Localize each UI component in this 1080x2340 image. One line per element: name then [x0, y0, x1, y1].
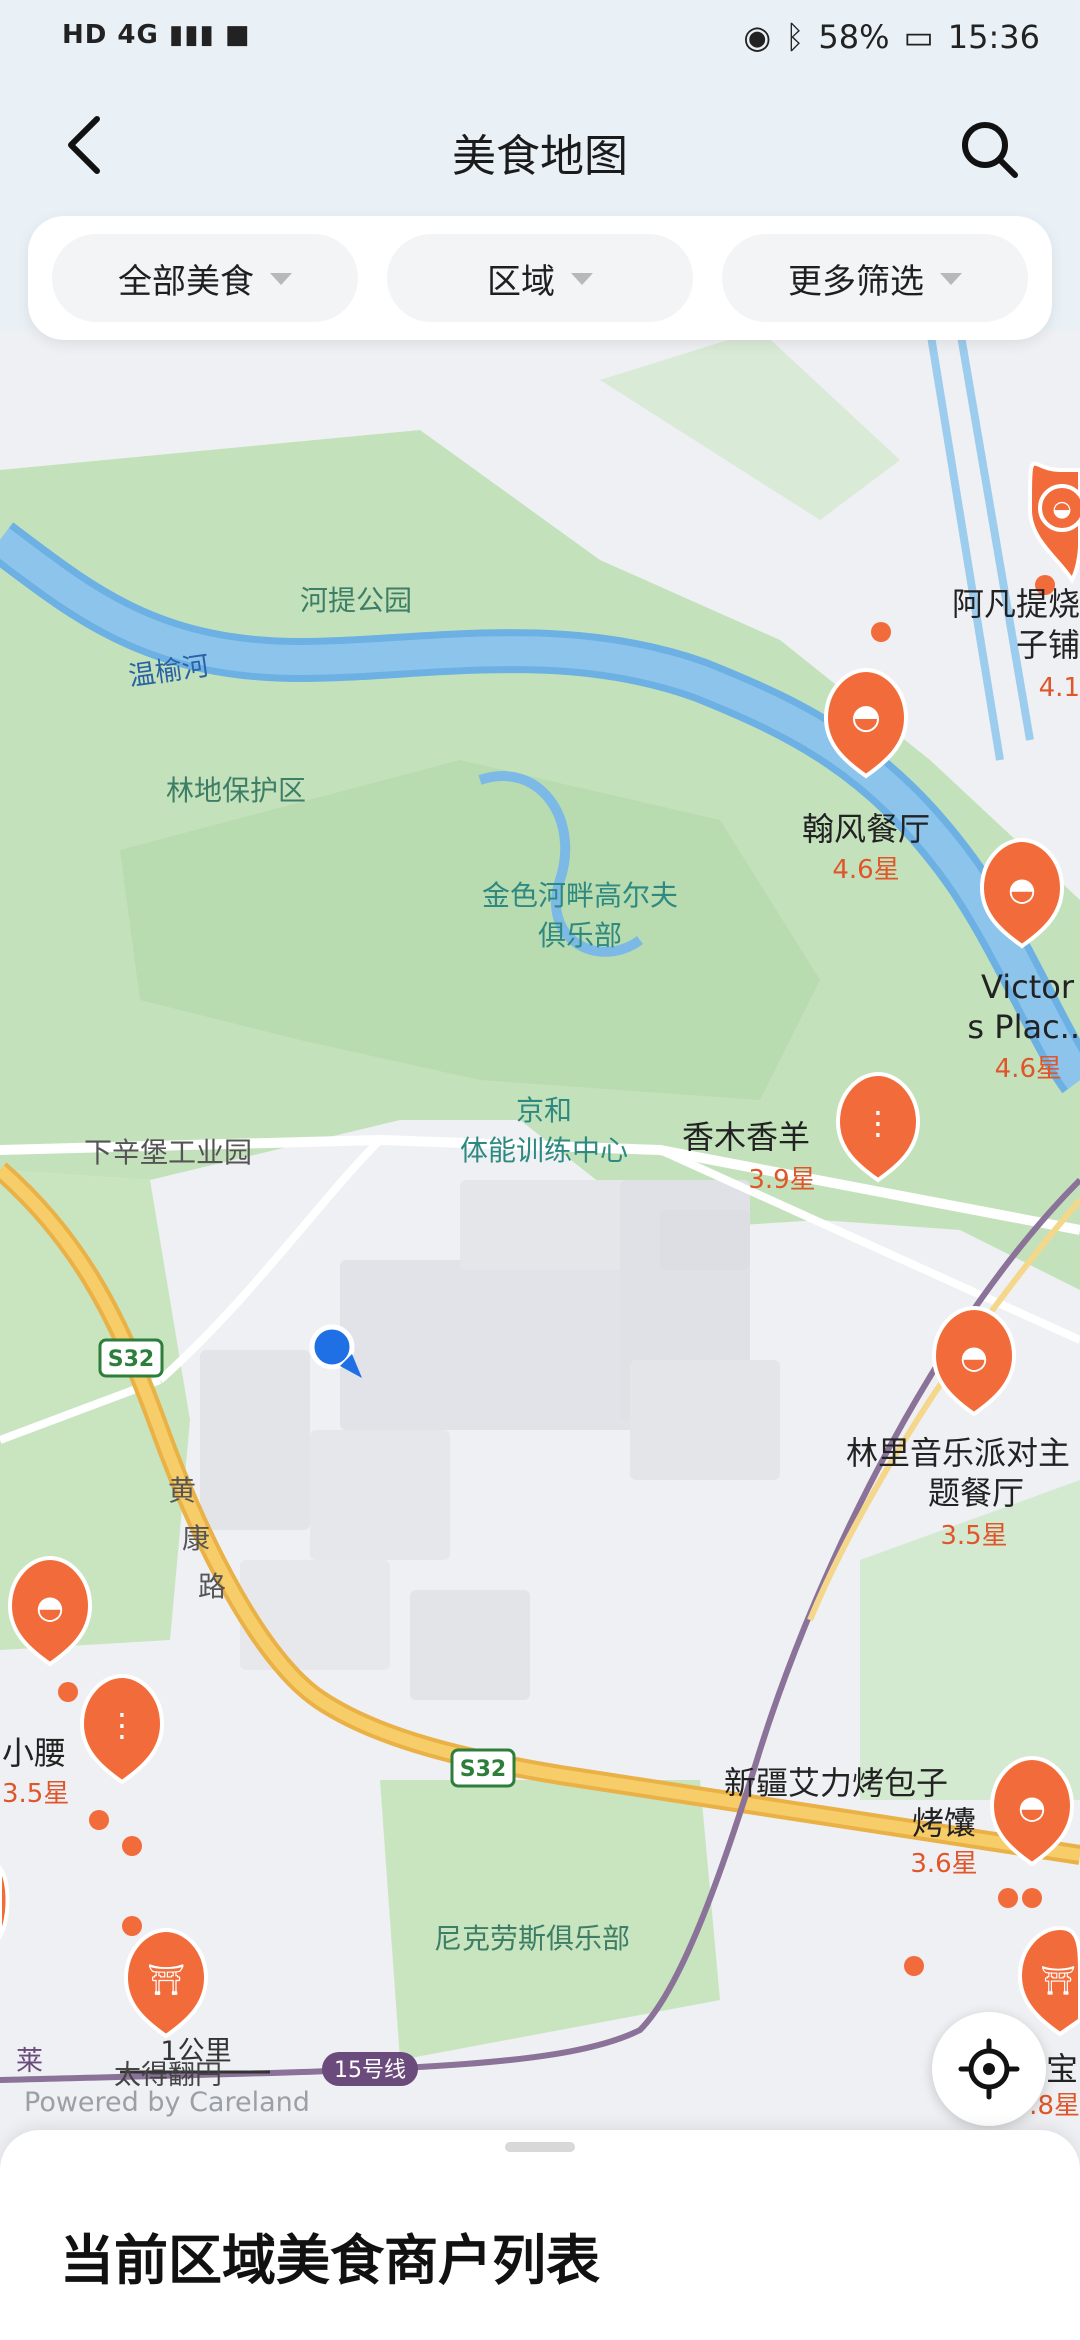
road-shield-label: S32 [460, 1757, 506, 1782]
restaurant-rating: 3.5星 [2, 1779, 69, 1809]
caret-down-icon [270, 273, 292, 285]
filter-more[interactable]: 更多筛选 [722, 234, 1028, 322]
filter-area[interactable]: 区域 [387, 234, 693, 322]
caret-down-icon [571, 273, 593, 285]
map-attribution: Powered by Careland [24, 2087, 310, 2118]
sheet-title: 当前区域美食商户列表 [60, 2229, 600, 2292]
eye-icon: ◉ [743, 18, 772, 56]
map-label-road-2: 康 [182, 1522, 210, 1555]
road-shield-label: S32 [108, 1347, 154, 1372]
filter-all-food[interactable]: 全部美食 [52, 234, 358, 322]
restaurant-name-2: 子铺 [1016, 626, 1080, 664]
locate-me-button[interactable] [932, 2012, 1046, 2126]
map-label-road-1: 黄 [168, 1474, 196, 1507]
map-label-jinghe: 京和 [516, 1094, 572, 1127]
clock: 15:36 [947, 18, 1040, 56]
restaurant-name-2: s Plac.. [967, 1008, 1080, 1046]
filter-label: 区域 [487, 261, 555, 302]
bowl-icon: ◓ [851, 697, 881, 737]
map-label-hedi-park: 河提公园 [300, 584, 412, 617]
restaurant-name: 翰风餐厅 [802, 810, 930, 848]
video-icon: ■ [224, 20, 251, 50]
map-label-road-3: 路 [198, 1570, 226, 1603]
merchant-list-sheet[interactable]: 当前区域美食商户列表 [0, 2130, 1080, 2340]
battery-icon: ▭ [903, 18, 934, 56]
skewer-icon: ⋮ [862, 1104, 894, 1142]
caret-down-icon [940, 273, 962, 285]
hotpot-icon: ⛩ [147, 1963, 185, 1998]
battery-percent: 58% [818, 18, 890, 56]
restaurant-pin-left-edge[interactable] [0, 1864, 10, 1940]
food-map[interactable]: S32 S32 15号线 河提公园 温榆河 林地保护区 金色河畔高尔夫 俱乐部 … [0, 0, 1080, 2340]
filter-label: 全部美食 [118, 261, 254, 302]
metro-line-label: 15号线 [334, 2058, 406, 2083]
map-label-forest: 林地保护区 [166, 774, 306, 807]
map-label-edge: 莱 [16, 2046, 43, 2077]
restaurant-rating: 3.9星 [748, 1165, 815, 1195]
search-icon [962, 122, 1018, 178]
restaurant-rating: 4.6星 [832, 855, 899, 885]
bowl-icon: ◓ [36, 1588, 64, 1626]
pot-icon: ◓ [1008, 870, 1036, 908]
signal-icon: ▮▮▮ [168, 20, 215, 50]
map-label-xiaxinpu: 下辛堡工业园 [84, 1136, 252, 1169]
restaurant-name: 新疆艾力烤包子 [724, 1764, 948, 1802]
map-label-jinghe-2: 体能训练中心 [460, 1134, 628, 1167]
map-label-nikes: 尼克劳斯俱乐部 [434, 1922, 630, 1955]
restaurant-rating: 4.1 [1039, 673, 1080, 703]
sheet-drag-handle[interactable] [505, 2142, 575, 2152]
bowl-icon: ◓ [960, 1338, 988, 1376]
map-label-golf-2: 俱乐部 [538, 919, 622, 952]
skewer-icon: ⋮ [106, 1706, 138, 1744]
map-label-golf: 金色河畔高尔夫 [482, 879, 678, 912]
network-type: HD 4G [62, 20, 159, 50]
restaurant-name: 香木香羊 [682, 1118, 810, 1156]
restaurant-name: 小腰 [2, 1734, 66, 1772]
bowl-icon: ◓ [1018, 1788, 1046, 1826]
page-title: 美食地图 [452, 131, 628, 182]
crosshair-icon [958, 2038, 1020, 2100]
restaurant-name-2: 烤馕 [912, 1804, 976, 1842]
hotpot-icon: ⛩ [1040, 1964, 1076, 1997]
restaurant-rating: 3.5星 [940, 1521, 1007, 1551]
status-right: ◉ ᛒ 58% ▭ 15:36 [743, 18, 1040, 56]
filter-label: 更多筛选 [788, 261, 924, 302]
nav-bar: 美食地图 [0, 90, 1080, 210]
restaurant-name-2: 题餐厅 [928, 1474, 1024, 1512]
restaurant-name: 林里音乐派对主 [846, 1434, 1070, 1472]
network-indicator: HD 4G ▮▮▮ ■ [62, 20, 250, 50]
filter-bar: 全部美食 区域 更多筛选 [28, 216, 1052, 340]
restaurant-rating: 4.6星 [995, 1054, 1062, 1084]
restaurant-name: 宝 [1046, 2050, 1078, 2088]
bowl-icon: ◒ [1052, 497, 1071, 522]
restaurant-rating: 3.6星 [910, 1849, 977, 1879]
restaurant-name: Victor [981, 968, 1075, 1006]
search-button[interactable] [950, 110, 1030, 190]
status-bar: HD 4G ▮▮▮ ■ ◉ ᛒ 58% ▭ 15:36 [0, 0, 1080, 80]
restaurant-name: 阿凡提烧 [952, 585, 1080, 623]
bluetooth-icon: ᛒ [785, 18, 805, 56]
